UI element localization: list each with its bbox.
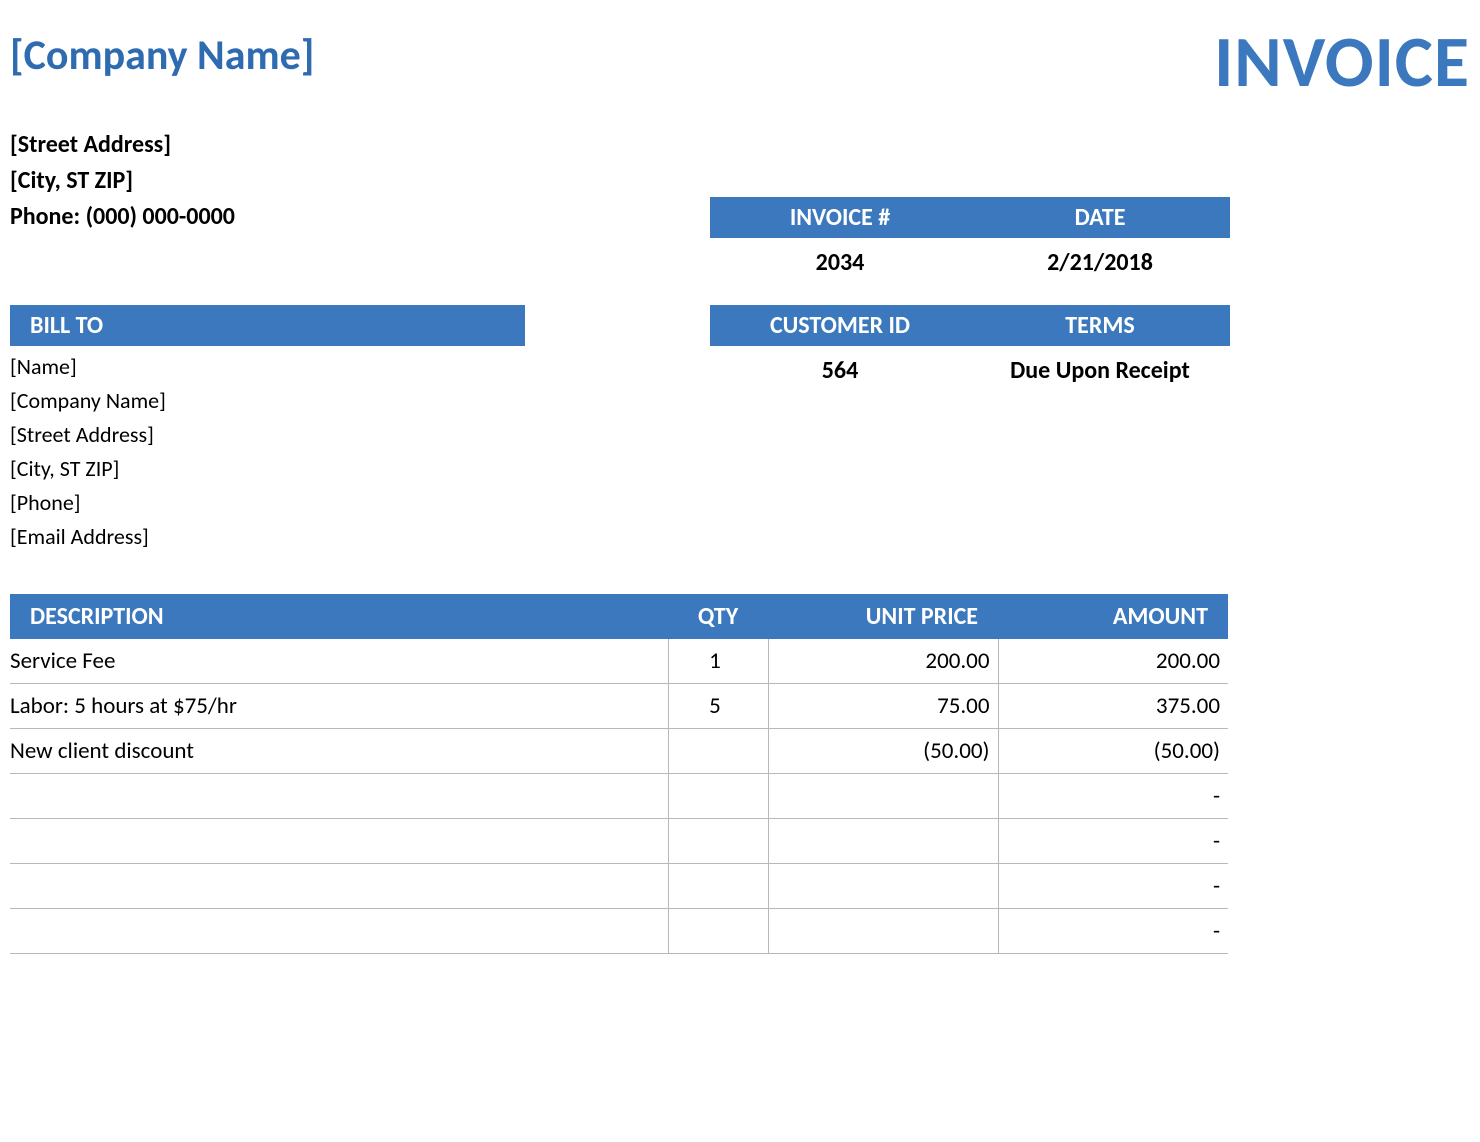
- bill-to-phone: [Phone]: [10, 486, 710, 520]
- cell-unit-price: (50.00): [768, 729, 998, 774]
- cell-qty: [668, 819, 768, 864]
- table-row: -: [10, 909, 1228, 954]
- terms-label: TERMS: [970, 305, 1230, 346]
- cell-amount: -: [998, 774, 1228, 819]
- items-header-row: DESCRIPTION QTY UNIT PRICE AMOUNT: [10, 594, 1228, 639]
- invoice-date-value: 2/21/2018: [970, 238, 1230, 287]
- invoice-date-label: DATE: [970, 197, 1230, 238]
- header-row: [Company Name] INVOICE: [10, 30, 1470, 95]
- header-unit-price: UNIT PRICE: [768, 594, 998, 639]
- header-qty: QTY: [668, 594, 768, 639]
- bill-to-street: [Street Address]: [10, 418, 710, 452]
- cell-description: New client discount: [10, 729, 668, 774]
- table-row: -: [10, 819, 1228, 864]
- table-row: New client discount (50.00) (50.00): [10, 729, 1228, 774]
- invoice-meta-row: INVOICE # 2034 DATE 2/21/2018: [10, 197, 1470, 287]
- cell-qty: 5: [668, 684, 768, 729]
- company-city: [City, ST ZIP]: [10, 163, 1470, 199]
- customer-id-label: CUSTOMER ID: [710, 305, 970, 346]
- cell-amount: -: [998, 909, 1228, 954]
- bill-to-content: [Name] [Company Name] [Street Address] […: [10, 350, 710, 555]
- cell-unit-price: 200.00: [768, 639, 998, 684]
- table-row: Labor: 5 hours at $75/hr 5 75.00 375.00: [10, 684, 1228, 729]
- bill-to-city: [City, ST ZIP]: [10, 452, 710, 486]
- cell-unit-price: [768, 774, 998, 819]
- items-table: DESCRIPTION QTY UNIT PRICE AMOUNT Servic…: [10, 594, 1228, 954]
- company-street: [Street Address]: [10, 127, 1470, 163]
- cell-qty: [668, 729, 768, 774]
- invoice-number-label: INVOICE #: [710, 197, 970, 238]
- cell-amount: -: [998, 819, 1228, 864]
- cell-description: Service Fee: [10, 639, 668, 684]
- company-name: [Company Name]: [10, 30, 314, 81]
- header-description: DESCRIPTION: [10, 594, 668, 639]
- invoice-title: INVOICE: [1214, 30, 1470, 95]
- terms-box: TERMS Due Upon Receipt: [970, 305, 1230, 555]
- bill-to-name: [Name]: [10, 350, 710, 384]
- cell-amount: (50.00): [998, 729, 1228, 774]
- cell-amount: 375.00: [998, 684, 1228, 729]
- cell-unit-price: [768, 864, 998, 909]
- header-amount: AMOUNT: [998, 594, 1228, 639]
- invoice-number-box: INVOICE # 2034: [710, 197, 970, 287]
- bill-to-company: [Company Name]: [10, 384, 710, 418]
- cell-description: [10, 774, 668, 819]
- table-row: Service Fee 1 200.00 200.00: [10, 639, 1228, 684]
- terms-value: Due Upon Receipt: [970, 346, 1230, 395]
- bill-to-section: BILL TO [Name] [Company Name] [Street Ad…: [10, 305, 1470, 555]
- cell-qty: 1: [668, 639, 768, 684]
- cell-qty: [668, 864, 768, 909]
- table-row: -: [10, 774, 1228, 819]
- cell-description: [10, 864, 668, 909]
- bill-to-header: BILL TO: [10, 305, 525, 346]
- cell-unit-price: 75.00: [768, 684, 998, 729]
- cell-amount: -: [998, 864, 1228, 909]
- cell-description: Labor: 5 hours at $75/hr: [10, 684, 668, 729]
- cell-description: [10, 909, 668, 954]
- table-row: -: [10, 864, 1228, 909]
- cell-unit-price: [768, 819, 998, 864]
- cell-qty: [668, 909, 768, 954]
- customer-id-value: 564: [710, 346, 970, 395]
- cell-description: [10, 819, 668, 864]
- invoice-date-box: DATE 2/21/2018: [970, 197, 1230, 287]
- invoice-number-value: 2034: [710, 238, 970, 287]
- bill-to-email: [Email Address]: [10, 520, 710, 554]
- customer-id-box: CUSTOMER ID 564: [710, 305, 970, 555]
- cell-qty: [668, 774, 768, 819]
- cell-amount: 200.00: [998, 639, 1228, 684]
- cell-unit-price: [768, 909, 998, 954]
